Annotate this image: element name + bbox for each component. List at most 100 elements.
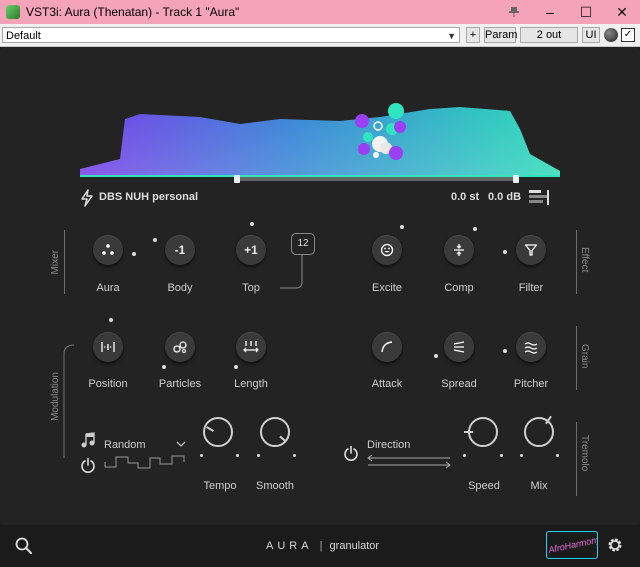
random-wave-display [104, 455, 185, 469]
top-value-badge[interactable]: 12 [291, 233, 315, 255]
particles-dot [162, 365, 166, 369]
excite-button[interactable] [372, 235, 402, 265]
comp-button[interactable] [444, 235, 474, 265]
body-label: Body [167, 282, 193, 294]
plugin-panel: DBS NUH personal 0.0 st 0.0 dB Mixer Aur… [0, 47, 640, 525]
spread-label: Spread [441, 378, 477, 390]
maximize-button[interactable]: ☐ [568, 0, 604, 24]
waveform-display[interactable] [80, 99, 560, 181]
tremolo-section-label: Tremolo [579, 435, 590, 472]
length-button[interactable] [236, 332, 266, 362]
compress-icon [454, 244, 464, 256]
tempo-knob[interactable] [203, 417, 233, 447]
filter-icon [524, 244, 538, 256]
brand-separator: | [319, 540, 323, 552]
position-button[interactable] [93, 332, 123, 362]
excite-label: Excite [372, 282, 402, 294]
preset-dropdown[interactable]: Default ▼ [2, 27, 460, 43]
comp-label: Comp [444, 282, 474, 294]
speed-knob-indicator [464, 431, 473, 433]
pitcher-label: Pitcher [513, 378, 549, 390]
tremolo-power-icon[interactable] [343, 445, 359, 461]
top-dot [250, 222, 254, 226]
minimize-button[interactable]: – [532, 0, 568, 24]
lightning-icon[interactable] [80, 189, 94, 207]
connector-line [280, 254, 303, 289]
footer-title: AURA | granulator [266, 540, 379, 552]
position-dot [109, 318, 113, 322]
smooth-max-dot [293, 454, 296, 457]
enable-checkbox[interactable]: ✓ [621, 28, 635, 42]
aura-label: Aura [96, 282, 120, 294]
music-note-icon[interactable] [80, 432, 96, 448]
mixer-section-label: Mixer [50, 250, 61, 275]
attack-button[interactable] [372, 332, 402, 362]
grain-divider [576, 326, 577, 390]
spread-button[interactable] [444, 332, 474, 362]
range-end-handle[interactable] [513, 175, 519, 183]
tremolo-divider [576, 422, 577, 496]
modulation-bracket [63, 344, 75, 458]
speed-min-dot [463, 454, 466, 457]
position-icon [101, 342, 115, 352]
add-button[interactable]: + [466, 27, 480, 43]
mixer-divider [64, 230, 65, 294]
effect-divider [576, 230, 577, 294]
window-titlebar: VST3i: Aura (Thenatan) - Track 1 "Aura" … [0, 0, 640, 24]
dots-icon [102, 244, 114, 255]
aura-button[interactable] [93, 235, 123, 265]
pitcher-dot [503, 349, 507, 353]
range-slider-track[interactable] [237, 177, 517, 181]
particles-label: Particles [158, 378, 202, 390]
particles-button[interactable] [165, 332, 195, 362]
pitch-value[interactable]: 0.0 st [451, 191, 479, 203]
tempo-label: Tempo [203, 480, 237, 492]
mix-knob-indicator [545, 415, 552, 425]
output-button[interactable]: 2 out [520, 27, 578, 43]
smooth-label: Smooth [256, 480, 294, 492]
aura-dot [153, 238, 157, 242]
close-button[interactable]: ✕ [604, 0, 640, 24]
length-icon [243, 341, 259, 353]
speed-label: Speed [468, 480, 500, 492]
speed-max-dot [500, 454, 503, 457]
mix-min-dot [520, 454, 523, 457]
filter-button[interactable] [516, 235, 546, 265]
length-dot [234, 365, 238, 369]
range-start-handle[interactable] [234, 175, 240, 183]
position-label: Position [88, 378, 128, 390]
param-button[interactable]: Param [484, 27, 517, 43]
search-icon[interactable] [15, 537, 33, 555]
ui-button[interactable]: UI [582, 27, 600, 43]
spread-icon [453, 341, 465, 353]
smooth-knob[interactable] [260, 417, 290, 447]
gear-icon[interactable] [606, 536, 624, 554]
lfo-shape-dropdown[interactable]: Random [104, 439, 146, 451]
smooth-knob-indicator [279, 435, 287, 443]
power-icon[interactable] [80, 457, 96, 473]
pitcher-button[interactable] [516, 332, 546, 362]
grain-section-label: Grain [579, 344, 590, 369]
gain-value[interactable]: 0.0 dB [488, 191, 521, 203]
pin-icon[interactable] [496, 0, 532, 24]
top-label: Top [242, 282, 260, 294]
filter-label: Filter [518, 282, 544, 294]
chevron-down-icon[interactable] [176, 441, 186, 447]
speed-knob[interactable] [464, 417, 498, 447]
attack-curve-icon [381, 341, 393, 353]
level-meter [529, 190, 549, 205]
signature-logo: AfroHarmony [546, 531, 598, 559]
filter-dot [503, 250, 507, 254]
power-knob-icon[interactable] [604, 28, 618, 42]
direction-arrows-icon[interactable] [366, 455, 452, 469]
wave-icon [524, 342, 538, 354]
tempo-max-dot [236, 454, 239, 457]
top-button[interactable]: +1 [236, 235, 266, 265]
body-button[interactable]: -1 [165, 235, 195, 265]
plugin-footer: AURA | granulator AfroHarmony [0, 525, 640, 567]
smiley-icon [380, 243, 394, 257]
comp-dot [473, 227, 477, 231]
mix-knob[interactable] [524, 415, 554, 447]
preset-name[interactable]: DBS NUH personal [99, 191, 198, 203]
mix-label: Mix [530, 480, 548, 492]
